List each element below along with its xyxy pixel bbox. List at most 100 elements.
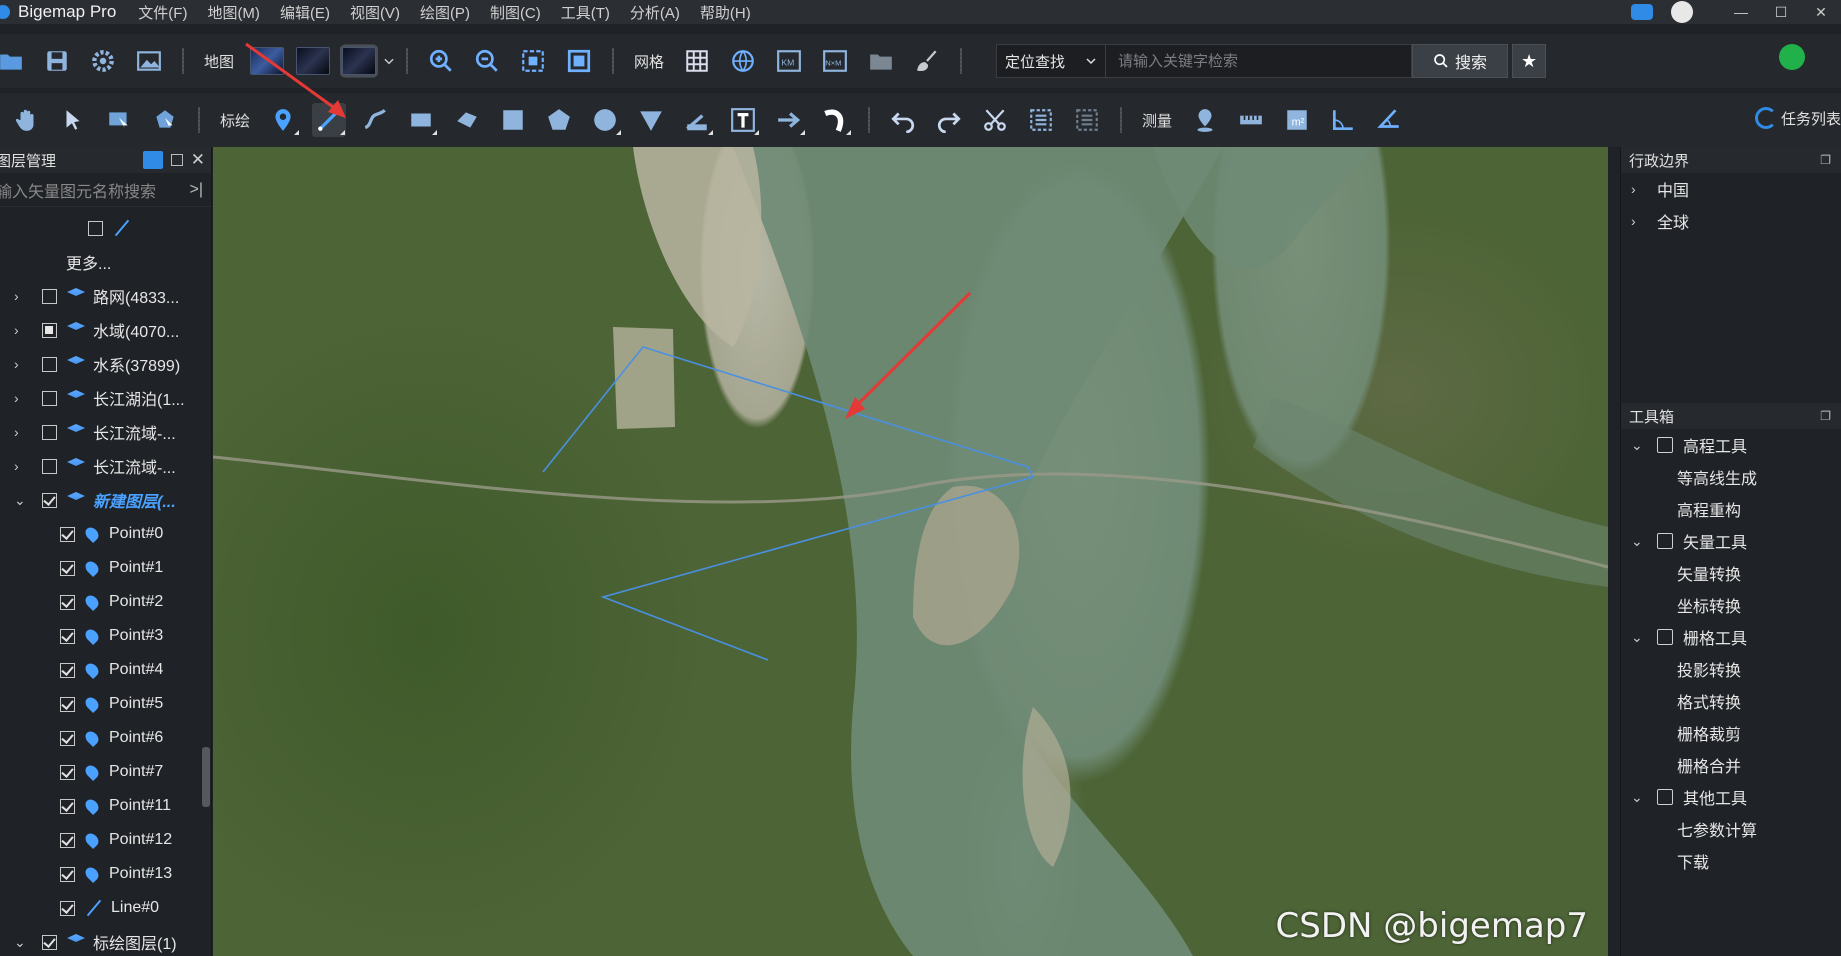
feature-checkbox[interactable] [60, 696, 75, 712]
zoom-out-icon[interactable] [470, 44, 504, 78]
folder-icon[interactable] [864, 44, 898, 78]
toolbox-group[interactable]: ⌄ 其他工具 [1621, 781, 1841, 813]
layer-checkbox[interactable] [42, 934, 57, 950]
menu-tools[interactable]: 工具(T) [561, 2, 610, 23]
menu-file[interactable]: 文件(F) [138, 2, 187, 23]
expand-chevron-icon[interactable]: › [1631, 181, 1657, 197]
favorite-star-icon[interactable]: ★ [1512, 44, 1547, 78]
layer-row-basin-1[interactable]: › 长江流域-... [0, 415, 211, 449]
draw-square-icon[interactable] [496, 103, 530, 137]
task-list-button[interactable]: 任务列表 [1754, 107, 1841, 129]
zoom-extent-icon[interactable] [516, 44, 550, 78]
layer-child-row[interactable]: Point#6 [0, 721, 211, 755]
menu-edit[interactable]: 编辑(E) [280, 2, 330, 23]
box-select-icon[interactable] [102, 103, 136, 137]
maximize-button[interactable]: ☐ [1761, 4, 1801, 21]
toolbox-group[interactable]: ⌄ 栅格工具 [1621, 621, 1841, 653]
layer-row-water-system[interactable]: › 水系(37899) [0, 347, 211, 381]
polygon-select-icon[interactable] [148, 103, 182, 137]
expand-chevron-icon[interactable]: › [14, 356, 28, 372]
draw-rectangle-icon[interactable] [404, 103, 438, 137]
measure-distance-icon[interactable] [1234, 103, 1268, 137]
toolbox-item[interactable]: 七参数计算 [1621, 813, 1841, 845]
feature-checkbox[interactable] [60, 594, 75, 610]
message-icon[interactable] [1631, 4, 1653, 20]
layer-row-water-area[interactable]: › 水域(4070... [0, 313, 211, 347]
feature-checkbox[interactable] [60, 730, 75, 746]
layer-checkbox[interactable] [42, 356, 57, 372]
collapse-chevron-icon[interactable]: ⌄ [1631, 437, 1657, 454]
map-source-dropdown-icon[interactable] [382, 44, 396, 78]
menu-map[interactable]: 地图(M) [207, 2, 260, 23]
layer-row-basin-2[interactable]: › 长江流域-... [0, 449, 211, 483]
panel-float-icon[interactable]: ❐ [1820, 153, 1831, 167]
feature-checkbox[interactable] [60, 662, 75, 678]
layer-checkbox[interactable] [42, 390, 57, 406]
grid-icon[interactable] [680, 44, 714, 78]
measure-area-icon[interactable]: m² [1280, 103, 1314, 137]
feature-checkbox[interactable] [60, 798, 75, 814]
layer-row-new-layer[interactable]: ⌄ 新建图层(... [0, 483, 211, 517]
search-mode-select[interactable]: 定位查找 [996, 44, 1107, 78]
open-file-icon[interactable] [0, 44, 28, 78]
layer-checkbox[interactable] [42, 492, 57, 508]
layer-child-row[interactable]: Point#13 [0, 857, 211, 891]
layer-row-lakes[interactable]: › 长江湖泊(1... [0, 381, 211, 415]
menu-view[interactable]: 视图(V) [350, 2, 400, 23]
panel-close-icon[interactable]: ✕ [191, 150, 205, 170]
tree-row-pending[interactable] [0, 211, 211, 245]
km-grid-icon[interactable]: KM [772, 44, 806, 78]
toolbox-item[interactable]: 等高线生成 [1621, 461, 1841, 493]
collapse-arrow-icon[interactable]: >| [190, 181, 204, 199]
toolbox-item[interactable]: 坐标转换 [1621, 589, 1841, 621]
toolbox-item[interactable]: 栅格裁剪 [1621, 717, 1841, 749]
toolbox-group[interactable]: ⌄ 矢量工具 [1621, 525, 1841, 557]
draw-pentagon-icon[interactable] [542, 103, 576, 137]
zoom-in-icon[interactable] [424, 44, 458, 78]
layer-checkbox[interactable] [42, 322, 57, 338]
feature-checkbox[interactable] [60, 832, 75, 848]
layer-child-row[interactable]: Point#12 [0, 823, 211, 857]
clear-brush-icon[interactable] [910, 44, 944, 78]
save-icon[interactable] [40, 44, 74, 78]
expand-chevron-icon[interactable]: › [14, 424, 28, 440]
draw-curve-icon[interactable] [358, 103, 392, 137]
collapse-chevron-icon[interactable]: ⌄ [1631, 789, 1657, 806]
layer-row-roads[interactable]: › 路网(4833... [0, 279, 211, 313]
draw-polygon-icon[interactable] [450, 103, 484, 137]
layer-checkbox[interactable] [42, 458, 57, 474]
minimize-button[interactable]: — [1721, 4, 1761, 20]
expand-chevron-icon[interactable]: › [14, 390, 28, 406]
panel-float-icon[interactable] [170, 154, 183, 166]
feature-checkbox[interactable] [60, 866, 75, 882]
toolbox-group[interactable]: ⌄ 高程工具 [1621, 429, 1841, 461]
collapse-chevron-icon[interactable]: ⌄ [1631, 533, 1657, 550]
text-label-icon[interactable] [726, 103, 760, 137]
layer-tree-scrollbar[interactable] [202, 747, 210, 807]
layer-checkbox[interactable] [42, 288, 57, 304]
feature-checkbox[interactable] [60, 900, 75, 916]
panel-float-icon[interactable]: ❐ [1820, 409, 1831, 423]
toolbox-item[interactable]: 高程重构 [1621, 493, 1841, 525]
draw-sector-icon[interactable] [634, 103, 668, 137]
map-canvas[interactable]: CSDN @bigemap7 [213, 147, 1608, 956]
layer-child-row[interactable]: Point#0 [0, 517, 211, 551]
measure-point-icon[interactable] [1188, 103, 1222, 137]
globe-grid-icon[interactable] [726, 44, 760, 78]
nm-grid-icon[interactable]: N×M [818, 44, 852, 78]
image-icon[interactable] [132, 44, 166, 78]
menu-cartography[interactable]: 制图(C) [490, 2, 541, 23]
draw-arrow-icon[interactable] [772, 103, 806, 137]
pan-hand-icon[interactable] [10, 103, 44, 137]
draw-point-icon[interactable] [266, 103, 300, 137]
layer-child-row[interactable]: Line#0 [0, 891, 211, 925]
expand-chevron-icon[interactable]: › [14, 458, 28, 474]
layer-child-row[interactable]: Point#5 [0, 687, 211, 721]
toolbox-item[interactable]: 投影转换 [1621, 653, 1841, 685]
map-source-thumb-2[interactable] [296, 44, 331, 78]
collapse-chevron-icon[interactable]: ⌄ [14, 934, 28, 951]
collapse-chevron-icon[interactable]: ⌄ [1631, 629, 1657, 646]
map-source-thumb-3[interactable] [340, 44, 379, 78]
toolbox-item[interactable]: 栅格合并 [1621, 749, 1841, 781]
layer-checkbox[interactable] [88, 220, 103, 236]
